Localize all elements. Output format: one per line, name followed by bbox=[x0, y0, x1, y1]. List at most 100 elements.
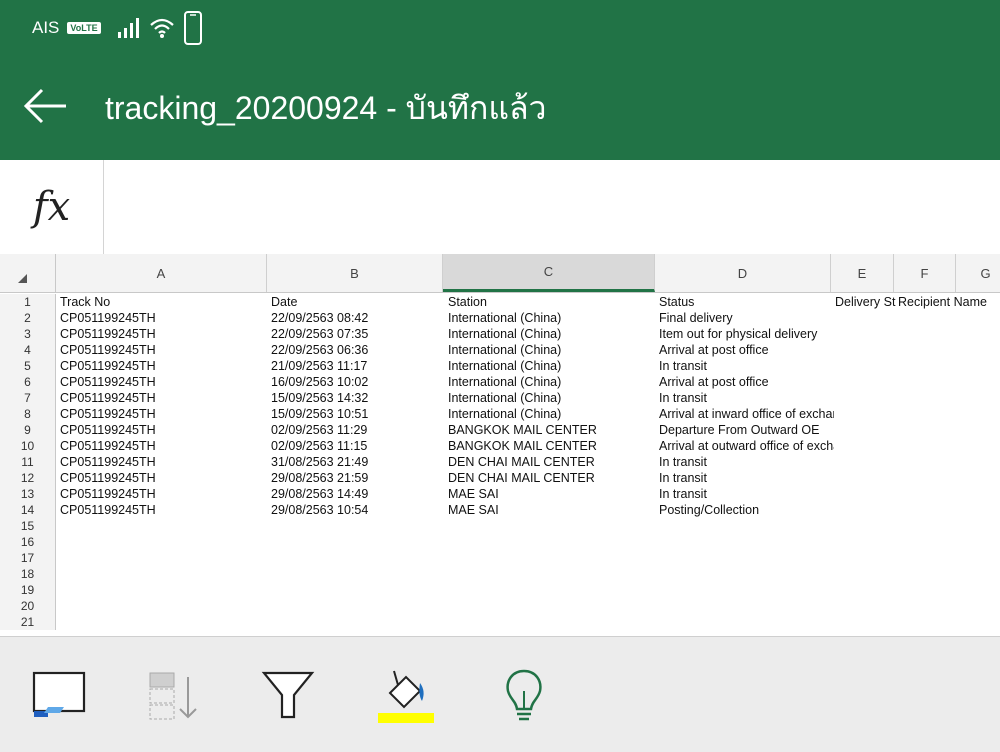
row-header[interactable]: 17 bbox=[0, 550, 56, 566]
table-cell[interactable]: International (China) bbox=[448, 342, 648, 358]
row-header[interactable]: 2 bbox=[0, 310, 56, 326]
row-header[interactable]: 1 bbox=[0, 294, 56, 310]
table-cell[interactable]: 29/08/2563 10:54 bbox=[271, 502, 441, 518]
back-arrow-icon[interactable] bbox=[22, 86, 68, 126]
row-header[interactable]: 18 bbox=[0, 566, 56, 582]
row-header[interactable]: 14 bbox=[0, 502, 56, 518]
table-cell[interactable]: CP051199245TH bbox=[60, 326, 260, 342]
table-cell[interactable]: Arrival at outward office of exchange bbox=[659, 438, 834, 454]
table-cell[interactable]: Item out for physical delivery bbox=[659, 326, 834, 342]
table-cell[interactable]: Arrival at post office bbox=[659, 342, 834, 358]
filter-icon[interactable] bbox=[258, 665, 318, 725]
table-cell[interactable]: MAE SAI bbox=[448, 502, 648, 518]
column-header-f[interactable]: F bbox=[894, 254, 956, 292]
table-cell[interactable]: Posting/Collection bbox=[659, 502, 834, 518]
table-cell[interactable]: Departure From Outward OE bbox=[659, 422, 834, 438]
table-cell[interactable]: 02/09/2563 11:29 bbox=[271, 422, 441, 438]
row-header[interactable]: 5 bbox=[0, 358, 56, 374]
table-cell[interactable]: CP051199245TH bbox=[60, 342, 260, 358]
table-cell[interactable]: CP051199245TH bbox=[60, 470, 260, 486]
table-cell[interactable]: Arrival at inward office of exchange bbox=[659, 406, 834, 422]
table-cell[interactable]: 15/09/2563 14:32 bbox=[271, 390, 441, 406]
table-cell[interactable]: 29/08/2563 21:59 bbox=[271, 470, 441, 486]
header-cell[interactable]: Station bbox=[448, 294, 648, 310]
table-cell[interactable]: CP051199245TH bbox=[60, 454, 260, 470]
table-cell[interactable]: In transit bbox=[659, 390, 834, 406]
row-header[interactable]: 21 bbox=[0, 614, 56, 630]
header-cell[interactable]: Date bbox=[271, 294, 441, 310]
table-cell[interactable]: In transit bbox=[659, 470, 834, 486]
table-cell[interactable]: CP051199245TH bbox=[60, 438, 260, 454]
table-cell[interactable]: 16/09/2563 10:02 bbox=[271, 374, 441, 390]
header-cell[interactable]: Recipient Name bbox=[898, 294, 998, 310]
table-cell[interactable]: International (China) bbox=[448, 374, 648, 390]
header-cell[interactable]: Track No bbox=[60, 294, 260, 310]
column-header-e[interactable]: E bbox=[831, 254, 894, 292]
table-cell[interactable]: In transit bbox=[659, 358, 834, 374]
table-cell[interactable]: 29/08/2563 14:49 bbox=[271, 486, 441, 502]
table-cell[interactable]: Arrival at post office bbox=[659, 374, 834, 390]
table-cell[interactable]: International (China) bbox=[448, 326, 648, 342]
table-cell[interactable]: CP051199245TH bbox=[60, 390, 260, 406]
table-cell[interactable]: BANGKOK MAIL CENTER bbox=[448, 438, 648, 454]
column-header-a[interactable]: A bbox=[56, 254, 267, 292]
row-header[interactable]: 7 bbox=[0, 390, 56, 406]
table-cell[interactable]: International (China) bbox=[448, 406, 648, 422]
table-cell[interactable]: CP051199245TH bbox=[60, 374, 260, 390]
header-cell[interactable]: Delivery St bbox=[835, 294, 897, 310]
row-header[interactable]: 13 bbox=[0, 486, 56, 502]
table-cell[interactable]: International (China) bbox=[448, 310, 648, 326]
table-cell[interactable]: CP051199245TH bbox=[60, 486, 260, 502]
document-title: tracking_20200924 - บันทึกแล้ว bbox=[105, 90, 547, 126]
lightbulb-icon[interactable] bbox=[494, 665, 554, 725]
table-cell[interactable]: 22/09/2563 06:36 bbox=[271, 342, 441, 358]
row-header[interactable]: 20 bbox=[0, 598, 56, 614]
column-header-d[interactable]: D bbox=[655, 254, 831, 292]
table-cell[interactable]: In transit bbox=[659, 486, 834, 502]
table-cell[interactable]: CP051199245TH bbox=[60, 406, 260, 422]
header-cell[interactable]: Status bbox=[659, 294, 834, 310]
table-cell[interactable]: CP051199245TH bbox=[60, 422, 260, 438]
table-cell[interactable]: International (China) bbox=[448, 358, 648, 374]
table-cell[interactable]: 31/08/2563 21:49 bbox=[271, 454, 441, 470]
table-cell[interactable]: CP051199245TH bbox=[60, 358, 260, 374]
row-header[interactable]: 9 bbox=[0, 422, 56, 438]
table-cell[interactable]: BANGKOK MAIL CENTER bbox=[448, 422, 648, 438]
row-header[interactable]: 15 bbox=[0, 518, 56, 534]
spreadsheet-grid[interactable]: A B C D E F G 1 2 3 4 5 6 7 8 9 10 11 12 13 14 15 16 17 1… bbox=[0, 254, 1000, 636]
column-header-c[interactable]: C bbox=[443, 254, 655, 292]
formula-bar: fx bbox=[0, 160, 1000, 255]
select-all-corner[interactable] bbox=[0, 254, 56, 292]
table-cell[interactable]: In transit bbox=[659, 454, 834, 470]
select-all-icon bbox=[18, 274, 27, 283]
table-cell[interactable]: 21/09/2563 11:17 bbox=[271, 358, 441, 374]
table-cell[interactable]: DEN CHAI MAIL CENTER bbox=[448, 470, 648, 486]
select-range-icon[interactable] bbox=[28, 665, 88, 725]
table-cell[interactable]: 22/09/2563 08:42 bbox=[271, 310, 441, 326]
table-cell[interactable]: International (China) bbox=[448, 390, 648, 406]
table-cell[interactable]: MAE SAI bbox=[448, 486, 648, 502]
insert-row-icon[interactable] bbox=[146, 665, 206, 725]
row-header[interactable]: 19 bbox=[0, 582, 56, 598]
row-header[interactable]: 11 bbox=[0, 454, 56, 470]
table-cell[interactable]: CP051199245TH bbox=[60, 310, 260, 326]
table-cell[interactable]: DEN CHAI MAIL CENTER bbox=[448, 454, 648, 470]
table-cell[interactable]: CP051199245TH bbox=[60, 502, 260, 518]
formula-input[interactable] bbox=[104, 160, 1000, 254]
row-header[interactable]: 8 bbox=[0, 406, 56, 422]
row-header[interactable]: 16 bbox=[0, 534, 56, 550]
table-cell[interactable]: 22/09/2563 07:35 bbox=[271, 326, 441, 342]
row-header[interactable]: 10 bbox=[0, 438, 56, 454]
row-header[interactable]: 6 bbox=[0, 374, 56, 390]
table-cell[interactable]: Final delivery bbox=[659, 310, 834, 326]
row-header[interactable]: 12 bbox=[0, 470, 56, 486]
column-header-g[interactable]: G bbox=[956, 254, 1000, 292]
row-header[interactable]: 4 bbox=[0, 342, 56, 358]
table-cell[interactable]: 02/09/2563 11:15 bbox=[271, 438, 441, 454]
row-header[interactable]: 3 bbox=[0, 326, 56, 342]
table-cell[interactable]: 15/09/2563 10:51 bbox=[271, 406, 441, 422]
fill-color-icon[interactable] bbox=[376, 665, 436, 725]
fx-icon[interactable]: fx bbox=[0, 160, 104, 254]
column-header-b[interactable]: B bbox=[267, 254, 443, 292]
wifi-icon bbox=[149, 18, 174, 38]
